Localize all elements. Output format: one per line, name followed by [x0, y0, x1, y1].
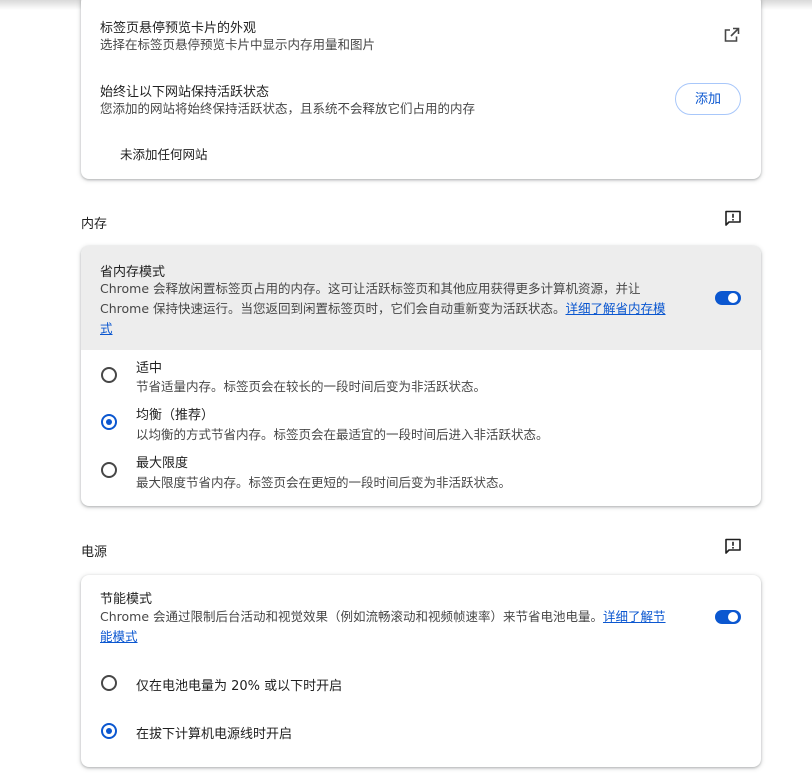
tab-settings-card: 标签页悬停预览卡片的外观 选择在标签页悬停预览卡片中显示内存用量和图片 始终让以… — [81, 0, 761, 179]
memory-saver-learn-more-link-cont[interactable]: 式 — [100, 321, 113, 336]
energy-saver-title: 节能模式 — [100, 592, 153, 607]
radio-dot — [106, 728, 112, 734]
radio-moderate[interactable] — [101, 367, 117, 383]
feedback-icon[interactable] — [724, 538, 742, 554]
memory-saver-toggle[interactable] — [715, 291, 741, 305]
hover-card-title: 标签页悬停预览卡片的外观 — [100, 21, 257, 36]
energy-saver-desc-text: Chrome 会通过限制后台活动和视觉效果（例如流畅滚动和视频帧速率）来节省电池… — [100, 609, 604, 624]
toggle-knob — [728, 293, 738, 303]
add-site-button[interactable]: 添加 — [675, 83, 741, 115]
no-sites-text: 未添加任何网站 — [120, 147, 208, 162]
radio-battery-20[interactable] — [101, 675, 117, 691]
option-moderate-title: 适中 — [136, 361, 163, 376]
memory-saver-learn-more-link[interactable]: 详细了解省内存模 — [566, 301, 666, 316]
option-balanced-title: 均衡（推荐） — [136, 408, 215, 423]
energy-saver-desc-line1: Chrome 会通过限制后台活动和视觉效果（例如流畅滚动和视频帧速率）来节省电池… — [100, 607, 666, 627]
memory-saver-row: 省内存模式 Chrome 会释放闲置标签页占用的内存。这可让活跃标签页和其他应用… — [81, 246, 761, 350]
hover-card-desc: 选择在标签页悬停预览卡片中显示内存用量和图片 — [100, 37, 376, 52]
radio-unplugged[interactable] — [101, 723, 117, 739]
energy-saver-learn-more-link-cont[interactable]: 能模式 — [100, 629, 138, 644]
option-unplugged-title: 在拔下计算机电源线时开启 — [136, 727, 293, 742]
memory-card: 省内存模式 Chrome 会释放闲置标签页占用的内存。这可让活跃标签页和其他应用… — [81, 246, 761, 506]
memory-saver-desc-text: Chrome 保持快速运行。当您返回到闲置标签页时，它们会自动重新变为活跃状态。 — [100, 301, 566, 316]
power-section-header: 电源 — [81, 545, 108, 560]
radio-balanced[interactable] — [101, 414, 117, 430]
option-moderate-desc: 节省适量内存。标签页会在较长的一段时间后变为非活跃状态。 — [136, 379, 487, 394]
option-maximum-title: 最大限度 — [136, 456, 189, 471]
radio-maximum[interactable] — [101, 462, 117, 478]
toggle-knob — [728, 612, 738, 622]
energy-saver-toggle[interactable] — [715, 610, 741, 624]
energy-saver-learn-more-link[interactable]: 详细了解节 — [603, 609, 666, 624]
always-active-title: 始终让以下网站保持活跃状态 — [100, 85, 270, 100]
memory-saver-desc-line2: Chrome 保持快速运行。当您返回到闲置标签页时，它们会自动重新变为活跃状态。… — [100, 299, 666, 319]
feedback-icon[interactable] — [724, 210, 742, 226]
memory-saver-desc-line1: Chrome 会释放闲置标签页占用的内存。这可让活跃标签页和其他应用获得更多计算… — [100, 281, 641, 296]
radio-dot — [106, 419, 112, 425]
option-maximum-desc: 最大限度节省内存。标签页会在更短的一段时间后变为非活跃状态。 — [136, 475, 512, 490]
memory-section-header: 内存 — [81, 217, 108, 232]
always-active-desc: 您添加的网站将始终保持活跃状态，且系统不会释放它们占用的内存 — [100, 101, 476, 116]
memory-saver-desc-line3: 式 — [100, 319, 113, 339]
memory-saver-title: 省内存模式 — [100, 265, 166, 280]
power-card: 节能模式 Chrome 会通过限制后台活动和视觉效果（例如流畅滚动和视频帧速率）… — [81, 575, 761, 767]
open-in-new-icon[interactable] — [724, 27, 740, 43]
energy-saver-desc-line2: 能模式 — [100, 627, 138, 647]
option-balanced-desc: 以均衡的方式节省内存。标签页会在最适宜的一段时间后进入非活跃状态。 — [136, 427, 549, 442]
option-battery-20-title: 仅在电池电量为 20% 或以下时开启 — [136, 679, 343, 694]
